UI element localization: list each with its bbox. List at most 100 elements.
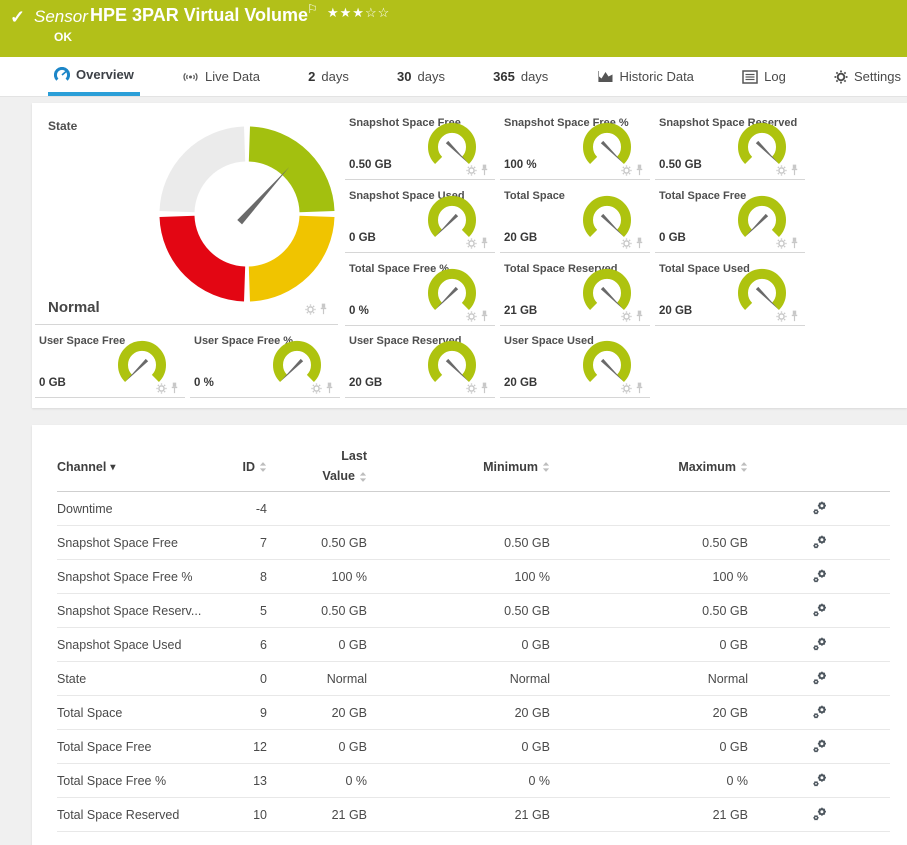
gear-icon[interactable]	[156, 383, 167, 394]
channel-settings-gears-icon[interactable]	[748, 501, 890, 516]
object-kind-label: Sensor	[34, 7, 88, 27]
pin-icon[interactable]	[480, 237, 489, 249]
table-row: Total Space Reserved 10 21 GB 21 GB 21 G…	[57, 798, 890, 832]
table-row: Total Space 9 20 GB 20 GB 20 GB	[57, 696, 890, 730]
gauge-panel-total-space: Total Space 20 GB	[500, 185, 650, 253]
gauge-value: 0 %	[194, 377, 214, 389]
overview-panel: State Normal Snapshot Space Free 0.50 GB	[32, 103, 907, 408]
gauge-value: 0.50 GB	[659, 159, 702, 171]
col-header-minimum[interactable]: Minimum	[367, 460, 550, 474]
pin-icon[interactable]	[790, 310, 799, 322]
col-header-channel[interactable]: Channel ▾	[57, 460, 227, 474]
channel-name: Snapshot Space Free %	[57, 570, 227, 584]
table-row: Snapshot Space Reserv... 5 0.50 GB 0.50 …	[57, 594, 890, 628]
pin-icon[interactable]	[325, 382, 334, 394]
channel-settings-gears-icon[interactable]	[748, 807, 890, 822]
gauge-panel-total-space-free-pct: Total Space Free % 0 %	[345, 258, 495, 326]
gauge-value: 0 GB	[349, 232, 376, 244]
col-header-id[interactable]: ID	[227, 460, 267, 474]
sensor-status-badge: OK	[54, 30, 72, 44]
gauge-value: 100 %	[504, 159, 537, 171]
pin-icon[interactable]	[635, 237, 644, 249]
pin-icon[interactable]	[480, 382, 489, 394]
channel-settings-gears-icon[interactable]	[748, 569, 890, 584]
gear-icon[interactable]	[621, 311, 632, 322]
gauge-panel-snapshot-space-free: Snapshot Space Free 0.50 GB	[345, 112, 495, 180]
gauge-panel-state: State Normal	[35, 112, 338, 325]
channel-name: Snapshot Space Free	[57, 536, 227, 550]
sensor-header: ✓ Sensor HPE 3PAR Virtual Volume ⚐ ★★★☆☆…	[0, 0, 907, 57]
tab-settings[interactable]: Settings	[828, 57, 907, 96]
table-row: State 0 Normal Normal Normal	[57, 662, 890, 696]
pin-icon[interactable]	[635, 164, 644, 176]
pin-icon[interactable]	[635, 382, 644, 394]
channel-settings-gears-icon[interactable]	[748, 773, 890, 788]
channel-settings-gears-icon[interactable]	[748, 705, 890, 720]
gear-icon[interactable]	[621, 165, 632, 176]
sort-icon	[740, 461, 748, 473]
tab-30-days[interactable]: 30days	[391, 57, 451, 96]
channel-settings-gears-icon[interactable]	[748, 671, 890, 686]
pin-icon[interactable]	[790, 237, 799, 249]
gauge-value: 21 GB	[504, 305, 537, 317]
gear-icon[interactable]	[466, 165, 477, 176]
channel-name: Total Space Free %	[57, 774, 227, 788]
gauge-title: Total Space	[504, 190, 565, 202]
tab-365-days[interactable]: 365days	[487, 57, 554, 96]
channel-name: Snapshot Space Used	[57, 638, 227, 652]
gauge-value: 0 GB	[659, 232, 686, 244]
tab-overview[interactable]: Overview	[48, 57, 140, 96]
gauge-panel-user-space-free-pct: User Space Free % 0 %	[190, 330, 340, 398]
gauge-panel-snapshot-space-free-pct: Snapshot Space Free % 100 %	[500, 112, 650, 180]
gear-icon[interactable]	[466, 238, 477, 249]
flag-icon[interactable]: ⚐	[307, 2, 318, 16]
channel-name: Total Space Free	[57, 740, 227, 754]
table-row: Total Space Free 12 0 GB 0 GB 0 GB	[57, 730, 890, 764]
sort-icon	[542, 461, 550, 473]
pin-icon[interactable]	[480, 164, 489, 176]
gear-icon[interactable]	[776, 238, 787, 249]
sort-caret-icon: ▾	[110, 462, 115, 473]
gauge-panel-total-space-free: Total Space Free 0 GB	[655, 185, 805, 253]
col-header-last-value[interactable]: Last Value	[267, 449, 367, 484]
gauge-value: 0 GB	[39, 377, 66, 389]
gauge-panel-snapshot-space-reserved: Snapshot Space Reserved 0.50 GB	[655, 112, 805, 180]
gear-icon[interactable]	[776, 165, 787, 176]
gauge-panel-user-space-reserved: User Space Reserved 20 GB	[345, 330, 495, 398]
gear-icon[interactable]	[776, 311, 787, 322]
pin-icon[interactable]	[480, 310, 489, 322]
pin-icon[interactable]	[170, 382, 179, 394]
channel-settings-gears-icon[interactable]	[748, 739, 890, 754]
gear-icon[interactable]	[621, 383, 632, 394]
tab-log[interactable]: Log	[736, 57, 792, 96]
gauge-value: 0.50 GB	[349, 159, 392, 171]
gauge-title: User Space Used	[504, 335, 594, 347]
col-header-maximum[interactable]: Maximum	[550, 460, 748, 474]
table-row: Downtime -4	[57, 492, 890, 526]
gear-icon[interactable]	[305, 304, 316, 315]
pin-icon[interactable]	[790, 164, 799, 176]
channel-settings-gears-icon[interactable]	[748, 637, 890, 652]
channel-settings-gears-icon[interactable]	[748, 603, 890, 618]
gear-icon[interactable]	[466, 311, 477, 322]
gear-icon[interactable]	[311, 383, 322, 394]
gear-icon[interactable]	[466, 383, 477, 394]
table-row: Snapshot Space Free % 8 100 % 100 % 100 …	[57, 560, 890, 594]
priority-stars[interactable]: ★★★☆☆	[327, 5, 390, 21]
gear-icon[interactable]	[621, 238, 632, 249]
gauge-value: 20 GB	[504, 377, 537, 389]
gauge-title: State	[48, 119, 77, 133]
pin-icon[interactable]	[319, 303, 328, 315]
table-header-row: Channel ▾ ID Last Value Minimum Maximum	[57, 443, 890, 492]
tab-live-data[interactable]: Live Data	[176, 57, 266, 96]
live-data-icon	[182, 69, 199, 85]
sort-icon	[259, 461, 267, 473]
gauge-needle	[237, 165, 291, 224]
gauge-value: Normal	[48, 299, 100, 316]
gauge-value: 0 %	[349, 305, 369, 317]
pin-icon[interactable]	[635, 310, 644, 322]
tab-historic-data[interactable]: Historic Data	[591, 57, 700, 96]
table-row: Total Space Free % 13 0 % 0 % 0 %	[57, 764, 890, 798]
channel-settings-gears-icon[interactable]	[748, 535, 890, 550]
tab-2-days[interactable]: 2days	[302, 57, 355, 96]
